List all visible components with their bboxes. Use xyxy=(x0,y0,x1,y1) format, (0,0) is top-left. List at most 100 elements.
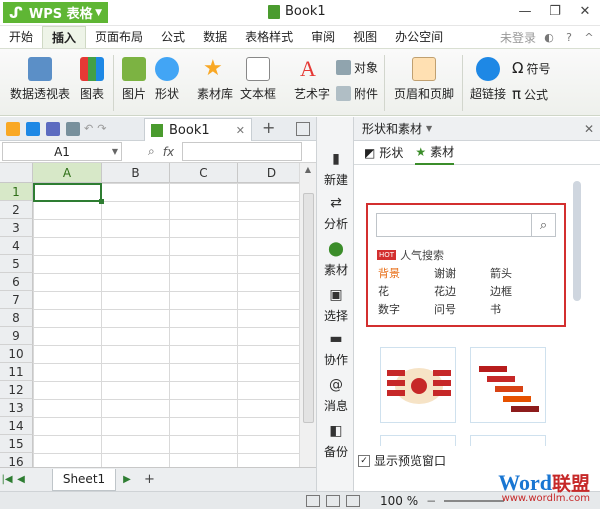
close-icon[interactable]: ✕ xyxy=(570,0,600,22)
app-menu-button[interactable]: ᔑ WPS 表格 ▼ xyxy=(3,2,108,23)
row-header[interactable]: 10 xyxy=(0,345,33,363)
active-cell[interactable] xyxy=(33,183,104,204)
row-header[interactable]: 4 xyxy=(0,237,33,255)
panel-scroll-thumb[interactable] xyxy=(573,181,581,301)
document-tab[interactable]: Book1 ✕ xyxy=(144,118,252,141)
select-all-corner[interactable] xyxy=(0,163,33,183)
column-header[interactable]: C xyxy=(170,163,238,183)
function-icon[interactable]: fx xyxy=(163,145,174,159)
scroll-up-icon[interactable]: ▲ xyxy=(300,163,316,177)
close-icon[interactable]: ✕ xyxy=(584,122,594,136)
page-break-view-icon[interactable] xyxy=(326,494,340,507)
chevron-down-icon[interactable]: ▼ xyxy=(426,124,432,133)
keyword-link[interactable]: 花 xyxy=(378,283,389,299)
collapse-ribbon-icon[interactable]: ^ xyxy=(582,30,596,44)
restore-icon[interactable]: ❐ xyxy=(540,0,570,22)
hyperlink-button[interactable]: 超链接 xyxy=(470,57,506,102)
textbox-button[interactable]: 文本框 xyxy=(240,57,276,102)
open-icon[interactable] xyxy=(6,121,20,136)
tab-office-space[interactable]: 办公空间 xyxy=(386,26,452,48)
row-header[interactable]: 15 xyxy=(0,435,33,453)
zoom-slider[interactable] xyxy=(444,499,505,502)
skin-icon[interactable]: ◐ xyxy=(542,30,556,44)
keyword-link[interactable]: 问号 xyxy=(434,301,456,317)
print-preview-icon[interactable] xyxy=(66,121,80,136)
next-sheet-icon[interactable]: ▶ xyxy=(120,474,134,485)
column-header[interactable]: B xyxy=(102,163,170,183)
chart-button[interactable]: 图表 xyxy=(80,57,104,102)
material-thumbnail[interactable] xyxy=(380,435,456,446)
material-search-input[interactable]: ⌕ xyxy=(376,213,556,237)
tab-review[interactable]: 审阅 xyxy=(302,26,344,48)
keyword-link[interactable]: 谢谢 xyxy=(434,265,456,281)
new-button[interactable]: ▮ 新建 xyxy=(317,151,355,188)
tab-view[interactable]: 视图 xyxy=(344,26,386,48)
tab-data[interactable]: 数据 xyxy=(194,26,236,48)
formula-button[interactable]: π 公式 xyxy=(512,85,548,103)
add-sheet-icon[interactable]: + xyxy=(144,472,155,487)
tab-table-style[interactable]: 表格样式 xyxy=(236,26,302,48)
panel-scrollbar[interactable] xyxy=(571,171,583,446)
undo-icon[interactable]: ↶ xyxy=(84,122,93,135)
keyword-link[interactable]: 书 xyxy=(490,301,501,317)
tab-shapes[interactable]: ◩ 形状 xyxy=(364,141,403,165)
collaborate-button[interactable]: ▬ 协作 xyxy=(317,331,355,368)
row-header[interactable]: 7 xyxy=(0,291,33,309)
redo-icon[interactable]: ↷ xyxy=(97,122,106,135)
close-tab-icon[interactable]: ✕ xyxy=(236,124,245,137)
zoom-out-icon[interactable]: − xyxy=(426,494,436,508)
tab-material[interactable]: ★ 素材 xyxy=(415,141,455,165)
print-icon[interactable] xyxy=(46,121,60,136)
material-thumbnail[interactable] xyxy=(380,347,456,423)
shapes-button[interactable]: 形状 xyxy=(155,57,179,102)
zoom-icon[interactable]: ⌕ xyxy=(148,144,155,159)
select-button[interactable]: ▣ 选择 xyxy=(317,287,355,324)
tab-insert[interactable]: 插入 xyxy=(42,26,87,48)
column-header[interactable]: A xyxy=(33,163,102,183)
tab-start[interactable]: 开始 xyxy=(0,26,42,48)
panel-title[interactable]: 形状和素材 xyxy=(362,120,422,137)
material-button[interactable]: ⬤ 素材 xyxy=(317,241,355,278)
keyword-link[interactable]: 背景 xyxy=(378,265,400,281)
tab-list-icon[interactable] xyxy=(296,122,310,136)
formula-input[interactable] xyxy=(182,142,303,161)
prev-sheet-icon[interactable]: ◀ xyxy=(14,474,28,485)
row-header[interactable]: 5 xyxy=(0,255,33,273)
object-button[interactable]: 对象 xyxy=(336,59,378,76)
preview-checkbox[interactable]: ✓ xyxy=(358,454,370,467)
vertical-scrollbar[interactable]: ▲ xyxy=(299,163,316,467)
preview-checkbox-row[interactable]: ✓ 显示预览窗口 xyxy=(358,452,446,469)
normal-view-icon[interactable] xyxy=(306,494,320,507)
symbol-button[interactable]: Ω 符号 xyxy=(512,59,550,77)
first-sheet-icon[interactable]: |◀ xyxy=(0,474,14,485)
header-footer-button[interactable]: 页眉和页脚 xyxy=(394,57,454,102)
search-icon[interactable]: ⌕ xyxy=(531,214,555,236)
worksheet-grid[interactable]: A B C D 1 2 3 4 5 6 7 8 9 10 11 12 13 14… xyxy=(0,163,299,467)
pivot-table-button[interactable]: 数据透视表 xyxy=(10,57,70,102)
wordart-button[interactable]: A 艺术字 xyxy=(294,57,330,102)
save-icon[interactable] xyxy=(26,121,40,136)
row-header[interactable]: 13 xyxy=(0,399,33,417)
message-button[interactable]: @ 消息 xyxy=(317,377,355,414)
row-header[interactable]: 2 xyxy=(0,201,33,219)
material-thumbnail[interactable] xyxy=(470,347,546,423)
row-header[interactable]: 8 xyxy=(0,309,33,327)
minimize-icon[interactable]: — xyxy=(510,0,540,22)
keyword-link[interactable]: 边框 xyxy=(490,283,512,299)
cell-grid[interactable] xyxy=(33,183,299,467)
material-thumbnail[interactable] xyxy=(470,435,546,446)
page-layout-view-icon[interactable] xyxy=(346,494,360,507)
row-header[interactable]: 16 xyxy=(0,453,33,467)
help-icon[interactable]: ? xyxy=(562,30,576,44)
row-header[interactable]: 9 xyxy=(0,327,33,345)
keyword-link[interactable]: 花边 xyxy=(434,283,456,299)
tab-page-layout[interactable]: 页面布局 xyxy=(86,26,152,48)
keyword-link[interactable]: 数字 xyxy=(378,301,400,317)
sheet-tab[interactable]: Sheet1 xyxy=(52,468,116,491)
row-header[interactable]: 3 xyxy=(0,219,33,237)
row-header[interactable]: 6 xyxy=(0,273,33,291)
analyze-button[interactable]: ⇄ 分析 xyxy=(317,195,355,232)
material-library-button[interactable]: ★ 素材库 xyxy=(197,57,233,102)
new-tab-button[interactable]: + xyxy=(262,118,275,137)
backup-button[interactable]: ◧ 备份 xyxy=(317,423,355,460)
